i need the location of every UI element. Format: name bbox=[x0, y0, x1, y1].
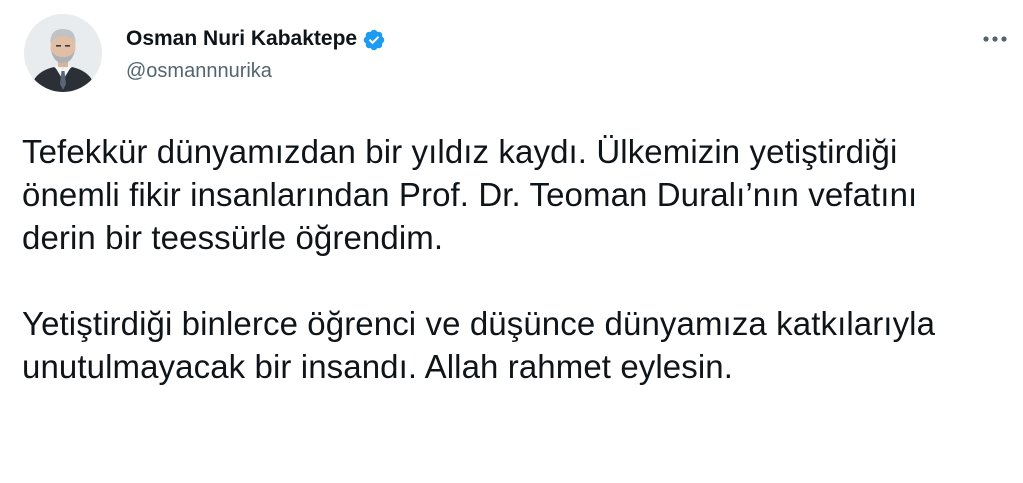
tweet-header: Osman Nuri Kabaktepe @osmannnurika bbox=[24, 14, 1014, 98]
tweet-card: Osman Nuri Kabaktepe @osmannnurika Tefek… bbox=[0, 0, 1023, 483]
author-info: Osman Nuri Kabaktepe @osmannnurika bbox=[126, 24, 386, 83]
more-horizontal-icon bbox=[983, 36, 1007, 42]
verified-badge-icon bbox=[362, 28, 386, 52]
author-display-name[interactable]: Osman Nuri Kabaktepe bbox=[126, 27, 357, 51]
avatar-photo bbox=[24, 14, 102, 92]
more-options-button[interactable] bbox=[976, 24, 1014, 54]
tweet-paragraph: Yetiştirdiği binlerce öğrenci ve düşünce… bbox=[22, 305, 936, 385]
tweet-paragraph: Tefekkür dünyamızdan bir yıldız kaydı. Ü… bbox=[22, 133, 918, 256]
tweet-text: Tefekkür dünyamızdan bir yıldız kaydı. Ü… bbox=[22, 130, 997, 388]
author-handle[interactable]: @osmannnurika bbox=[126, 60, 386, 83]
author-avatar[interactable] bbox=[24, 14, 102, 92]
author-name-row: Osman Nuri Kabaktepe bbox=[126, 24, 386, 54]
